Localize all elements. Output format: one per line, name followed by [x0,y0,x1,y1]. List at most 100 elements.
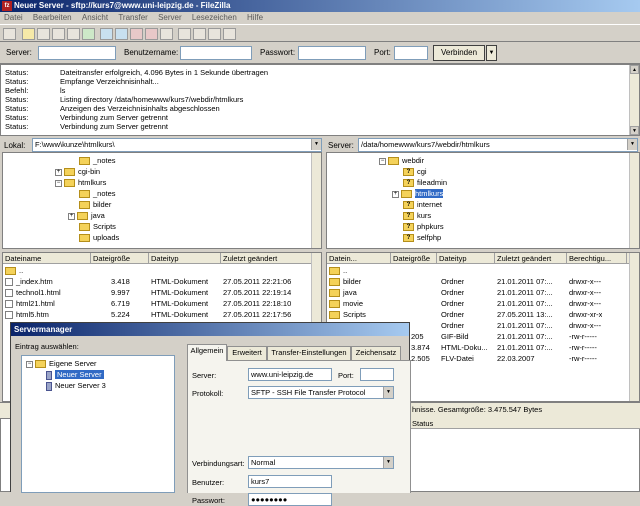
log-scrollbar[interactable]: ▲ ▼ [629,65,639,135]
tree-node[interactable]: + cgi-bin [55,166,100,177]
local-path-input[interactable]: F:\www\kunze\htmlkurs\ ▼ [32,138,322,152]
edit-icon[interactable] [22,28,35,40]
tab-zeichensatz[interactable]: Zeichensatz [351,346,401,360]
servermanager-icon[interactable] [3,28,16,40]
toggle-remote-tree-icon[interactable] [67,28,80,40]
menu-hilfe[interactable]: Hilfe [247,13,263,22]
tab-transfer-einstellungen[interactable]: Transfer-Einstellungen [267,346,351,360]
tab-allgemein[interactable]: Allgemein [187,344,227,361]
tab-erweitert[interactable]: Erweitert [227,346,267,360]
minus-icon[interactable]: − [55,179,62,187]
table-row[interactable]: html21.html 6.719 HTML-Dokument 27.05.2011 … [3,299,321,309]
column-header[interactable]: Dateigröße [391,253,437,264]
menu-bearbeiten[interactable]: Bearbeiten [33,13,72,22]
reconnect-icon[interactable] [160,28,173,40]
tree-server-item[interactable]: Neuer Server [46,369,104,380]
chevron-down-icon[interactable]: ▼ [627,139,637,150]
scroll-down-icon[interactable]: ▼ [630,126,639,135]
tree-node[interactable]: _notes [68,188,116,199]
column-header[interactable]: Zuletzt geändert [221,253,313,264]
column-header[interactable]: Dateityp [149,253,221,264]
toggle-log-icon[interactable] [37,28,50,40]
tree-node[interactable]: ? internet [392,199,442,210]
username-input[interactable] [180,46,252,60]
compare-icon[interactable] [193,28,206,40]
table-row[interactable]: .. [3,266,321,276]
process-queue-icon[interactable] [115,28,128,40]
tree-node[interactable]: ? phpkurs [392,221,444,232]
menu-transfer[interactable]: Transfer [118,13,148,22]
chevron-down-icon[interactable]: ▼ [311,139,321,150]
list-scrollbar[interactable] [629,253,639,401]
sync-browse-icon[interactable] [208,28,221,40]
tree-node[interactable]: _notes [68,155,116,166]
user-input[interactable]: kurs7 [248,475,332,488]
tree-node[interactable]: ? cgi [392,166,427,177]
menu-lesezeichen[interactable]: Lesezeichen [192,13,237,22]
tree-node[interactable]: ? selfphp [392,232,441,243]
tree-scrollbar[interactable] [629,153,639,248]
tree-node[interactable]: Scripts [68,221,116,232]
tree-server-item[interactable]: Neuer Server 3 [46,380,106,391]
cancel-icon[interactable] [130,28,143,40]
chevron-down-icon[interactable]: ▼ [383,457,393,468]
file-name: .. [5,266,23,276]
tree-node[interactable]: ? fileadmin [392,177,447,188]
table-row[interactable]: movie Ordner 21.01.2011 07:... drwxr-x--- [327,299,639,309]
tree-node[interactable]: − webdir [379,155,424,166]
password-input[interactable]: ●●●●●●●● [248,493,332,506]
port-input[interactable] [360,368,394,381]
column-header[interactable]: Zuletzt geändert [495,253,567,264]
tree-node[interactable]: ? kurs [392,210,431,221]
connect-button[interactable]: Verbinden [433,45,485,61]
tree-node[interactable]: uploads [68,232,119,243]
table-row[interactable]: java Ordner 21.01.2011 07:... drwxr-x--- [327,288,639,298]
tree-node[interactable]: + htmlkurs [392,188,444,199]
user-label: Benutzer: [192,478,225,487]
chevron-down-icon[interactable]: ▼ [486,45,497,61]
column-header[interactable]: Dateigröße [91,253,149,264]
minus-icon[interactable]: − [26,360,33,368]
refresh-icon[interactable] [100,28,113,40]
table-row[interactable]: technol1.html 9.997 HTML-Dokument 27.05.201… [3,288,321,298]
queue-status-column[interactable]: Status [412,418,433,429]
plus-icon[interactable]: + [68,212,75,220]
password-input[interactable] [298,46,366,60]
chevron-down-icon[interactable]: ▼ [383,387,393,398]
table-row[interactable]: html5.htm 5.224 HTML-Dokument 27.05.2011 22… [3,310,321,320]
tree-node[interactable]: − htmlkurs [55,177,106,188]
menu-ansicht[interactable]: Ansicht [82,13,108,22]
scroll-up-icon[interactable]: ▲ [630,65,639,74]
table-row[interactable]: .. [327,266,639,276]
menu-server[interactable]: Server [158,13,182,22]
column-header[interactable]: Dateityp [437,253,495,264]
table-row[interactable]: _index.htm 3.418 HTML-Dokument 27.05.2011 2… [3,277,321,287]
server-input[interactable] [38,46,116,60]
filter-icon[interactable] [178,28,191,40]
logontype-select[interactable]: Normal ▼ [248,456,394,469]
queue-icon[interactable] [82,28,95,40]
tree-node[interactable]: + java [68,210,105,221]
remote-path-input[interactable]: /data/homewww/kurs7/webdir/htmlkurs ▼ [358,138,638,152]
plus-icon[interactable]: + [392,190,399,198]
column-header[interactable]: Datein... [327,253,391,264]
disconnect-icon[interactable] [145,28,158,40]
search-icon[interactable] [223,28,236,40]
tree-root[interactable]: − Eigene Server [26,358,97,369]
minus-icon[interactable]: − [379,157,386,165]
table-row[interactable]: bilder Ordner 21.01.2011 07:... drwxr-x--- [327,277,639,287]
folder-icon [329,311,340,320]
tree-node[interactable]: bilder [68,199,111,210]
column-header[interactable]: Dateiname [3,253,91,264]
protocol-select[interactable]: SFTP - SSH File Transfer Protocol ▼ [248,386,394,399]
server-host-input[interactable]: www.uni-leipzig.de [248,368,332,381]
table-row[interactable]: Scripts Ordner 27.05.2011 13:... drwxr-xr-x [327,310,639,320]
plus-icon[interactable]: + [55,168,62,176]
port-input[interactable] [394,46,428,60]
tree-scrollbar[interactable] [311,153,321,248]
menu-datei[interactable]: Datei [4,13,23,22]
column-header[interactable]: Berechtigu... [567,253,627,264]
toggle-local-tree-icon[interactable] [52,28,65,40]
password-label: Passwort: [260,48,296,57]
tree-node-label: selfphp [417,233,442,242]
